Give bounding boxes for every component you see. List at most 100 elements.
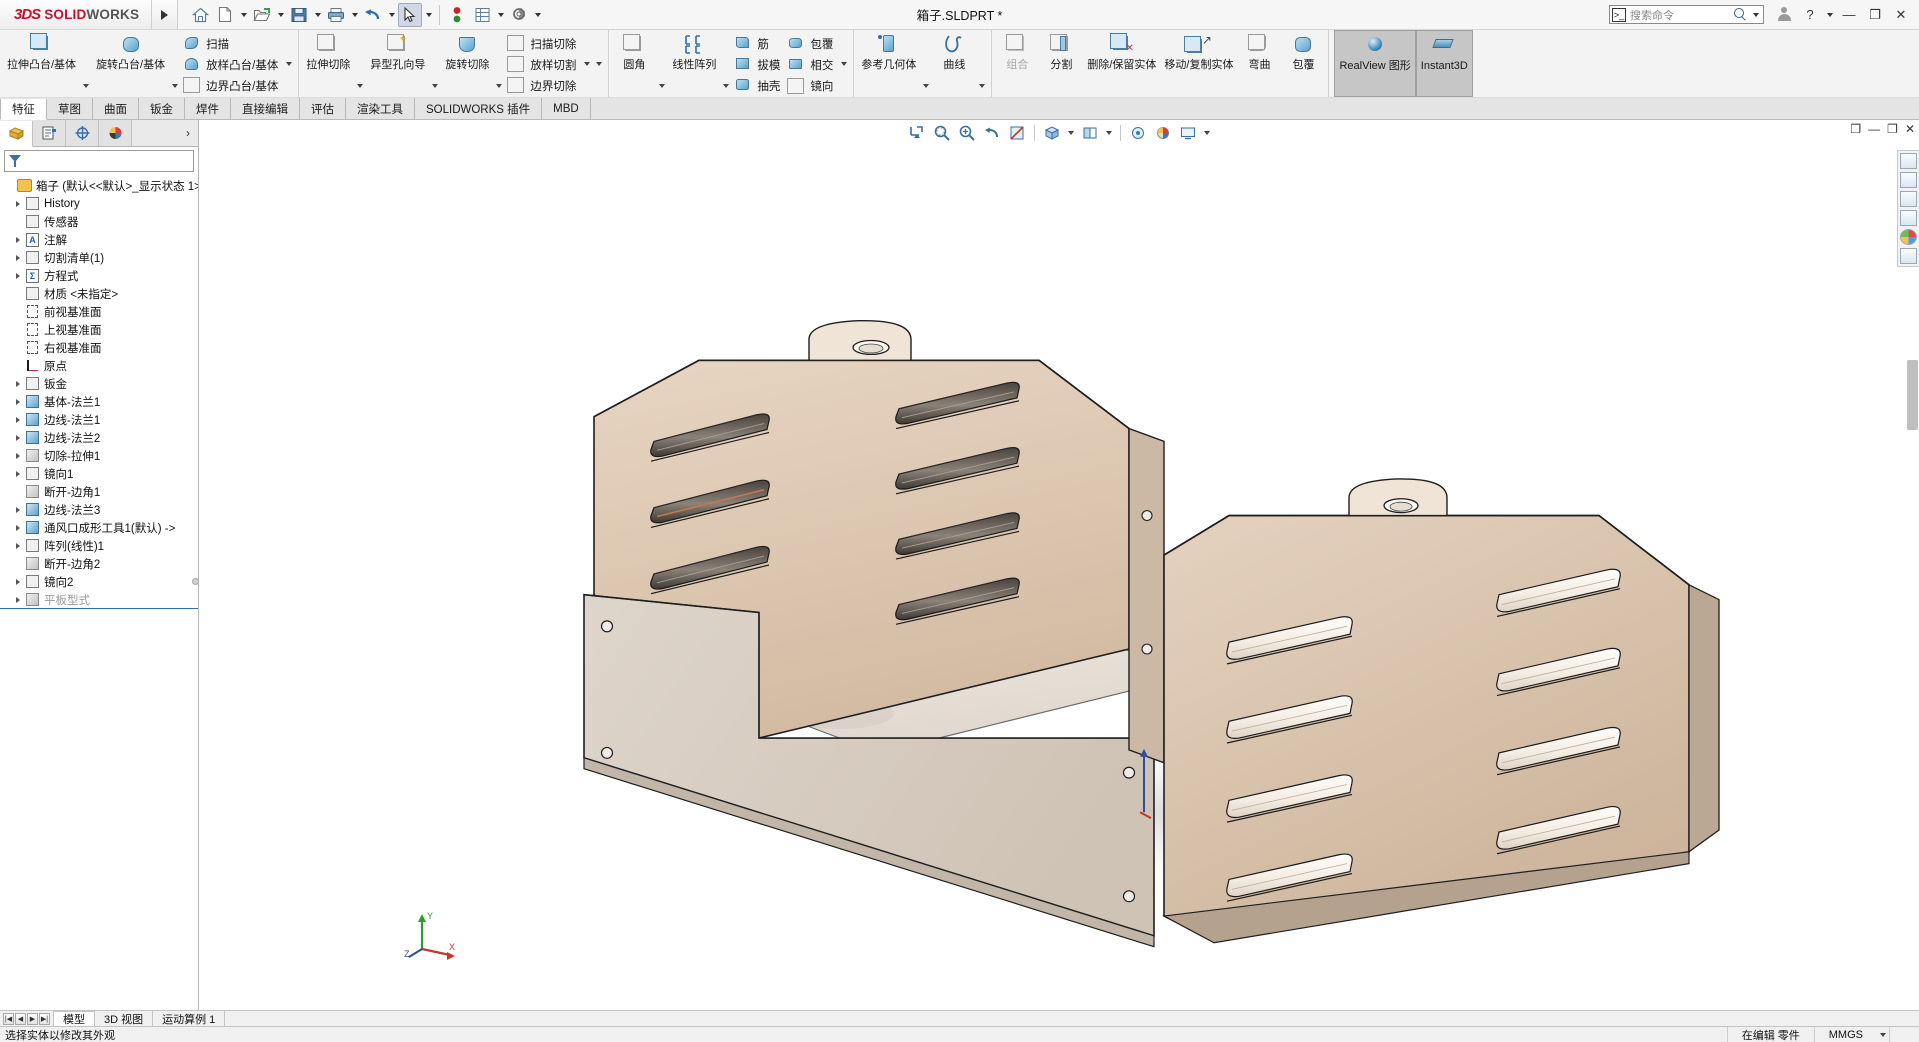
tree-node[interactable]: 基体-法兰1 bbox=[0, 393, 198, 411]
open-caret[interactable] bbox=[275, 3, 286, 27]
save-caret[interactable] bbox=[312, 3, 323, 27]
realview-graphics-button[interactable]: RealView 图形 bbox=[1334, 30, 1416, 97]
tab-2[interactable]: 曲面 bbox=[93, 98, 139, 119]
revolved-cut-button[interactable]: 旋转切除 bbox=[441, 30, 493, 97]
panel-splitter-handle[interactable] bbox=[192, 578, 199, 585]
graphics-area[interactable]: ❐ — ❐ ✕ Y X Z bbox=[199, 120, 1919, 1010]
wrap2-button[interactable]: 包覆 bbox=[1281, 30, 1325, 97]
rib-button[interactable]: 筋 bbox=[732, 33, 785, 54]
expand-arrow-icon[interactable] bbox=[12, 411, 24, 429]
tab-9[interactable]: MBD bbox=[542, 98, 591, 119]
settings-gear-icon[interactable] bbox=[507, 3, 531, 27]
tab-1[interactable]: 草图 bbox=[47, 98, 93, 119]
expand-arrow-icon[interactable] bbox=[12, 375, 24, 393]
wrap-button[interactable]: 包覆 bbox=[785, 33, 838, 54]
configuration-manager-tab[interactable] bbox=[66, 120, 99, 146]
expand-arrow-icon[interactable] bbox=[12, 591, 24, 609]
boundary-cut-button[interactable]: 边界切除 bbox=[505, 75, 581, 96]
instant3d-button[interactable]: Instant3D bbox=[1415, 30, 1473, 97]
expand-arrow-icon[interactable] bbox=[12, 465, 24, 483]
expand-arrow-icon[interactable] bbox=[12, 537, 24, 555]
tree-node[interactable]: A 注解 bbox=[0, 231, 198, 249]
bottom-tab-1[interactable]: 3D 视图 bbox=[94, 1011, 154, 1026]
tree-node[interactable]: 镜向1 bbox=[0, 465, 198, 483]
options-caret[interactable] bbox=[495, 3, 506, 27]
tree-node[interactable]: 阵列(线性)1 bbox=[0, 537, 198, 555]
revolved-cut-caret[interactable] bbox=[493, 79, 505, 93]
boundary-boss-button[interactable]: 边界凸台/基体 bbox=[181, 75, 283, 96]
bottom-tab-2[interactable]: 运动算例 1 bbox=[152, 1011, 226, 1026]
tab-8[interactable]: SOLIDWORKS 插件 bbox=[415, 98, 543, 119]
expand-arrow-icon[interactable] bbox=[12, 573, 24, 591]
search-commands-box[interactable]: >_ 搜索命令 bbox=[1609, 5, 1764, 24]
tree-node[interactable]: 边线-法兰2 bbox=[0, 429, 198, 447]
lofted-boss-button[interactable]: 放样凸台/基体 bbox=[181, 54, 283, 75]
reference-geometry-caret[interactable] bbox=[920, 79, 932, 93]
reference-geometry-button[interactable]: 参考几何体 bbox=[857, 30, 920, 97]
undo-caret[interactable] bbox=[386, 3, 397, 27]
split-button[interactable]: 分割 bbox=[1039, 30, 1083, 97]
curves-caret[interactable] bbox=[976, 79, 988, 93]
tab-4[interactable]: 焊件 bbox=[185, 98, 231, 119]
search-input[interactable]: 搜索命令 bbox=[1630, 7, 1734, 23]
shell-button[interactable]: 抽壳 bbox=[732, 75, 785, 96]
save-icon[interactable] bbox=[287, 3, 311, 27]
delete-keep-body-button[interactable]: ✕ 删除/保留实体 bbox=[1083, 30, 1160, 97]
flex-button[interactable]: 弯曲 bbox=[1237, 30, 1281, 97]
tree-node[interactable]: 断开-边角1 bbox=[0, 483, 198, 501]
expand-arrow-icon[interactable] bbox=[12, 249, 24, 267]
tab-3[interactable]: 钣金 bbox=[139, 98, 185, 119]
bottom-nav-arrow-0[interactable]: |◀ bbox=[3, 1012, 14, 1025]
hole-wizard-button[interactable]: ✦ 异型孔向导 bbox=[366, 30, 429, 97]
tree-node[interactable]: 上视基准面 bbox=[0, 321, 198, 339]
settings-caret[interactable] bbox=[532, 3, 543, 27]
bottom-nav-arrow-1[interactable]: ◀ bbox=[15, 1012, 26, 1025]
extruded-boss-button[interactable]: 拉伸凸台/基体 bbox=[3, 30, 80, 97]
tab-7[interactable]: 渲染工具 bbox=[346, 98, 415, 119]
units-caret-icon[interactable] bbox=[1877, 1033, 1889, 1037]
expand-arrow-icon[interactable] bbox=[12, 501, 24, 519]
tab-6[interactable]: 评估 bbox=[300, 98, 346, 119]
tree-node[interactable]: 切割清单(1) bbox=[0, 249, 198, 267]
cut-overflow-caret2[interactable] bbox=[593, 62, 605, 66]
tree-node[interactable]: 边线-法兰3 bbox=[0, 501, 198, 519]
tree-node[interactable]: 镜向2 bbox=[0, 573, 198, 591]
select-caret[interactable] bbox=[423, 3, 434, 27]
draft-button[interactable]: 拔模 bbox=[732, 54, 785, 75]
select-cursor-icon[interactable] bbox=[398, 2, 422, 27]
mirror-button[interactable]: 镜向 bbox=[785, 75, 838, 96]
expand-arrow-icon[interactable] bbox=[12, 447, 24, 465]
move-copy-body-button[interactable]: ↗ 移动/复制实体 bbox=[1160, 30, 1237, 97]
expand-arrow-icon[interactable] bbox=[12, 267, 24, 285]
search-caret[interactable] bbox=[1750, 3, 1761, 27]
tree-node[interactable]: 传感器 bbox=[0, 213, 198, 231]
search-icon[interactable] bbox=[1734, 7, 1748, 22]
lofted-cut-button[interactable]: 放样切割 bbox=[505, 54, 581, 75]
solidworks-logo[interactable]: 3DS SOLIDWORKS bbox=[0, 0, 152, 29]
restore-button[interactable]: ❐ bbox=[1863, 3, 1887, 27]
revolved-boss-caret[interactable] bbox=[169, 79, 181, 93]
tree-node[interactable]: 前视基准面 bbox=[0, 303, 198, 321]
undo-icon[interactable] bbox=[361, 3, 385, 27]
tree-node[interactable]: 平板型式 bbox=[0, 591, 198, 609]
property-manager-tab[interactable] bbox=[33, 120, 66, 146]
tree-node[interactable]: 原点 bbox=[0, 357, 198, 375]
avatar[interactable] bbox=[1772, 3, 1796, 27]
linear-pattern-caret[interactable] bbox=[720, 79, 732, 93]
close-button[interactable]: ✕ bbox=[1889, 3, 1913, 27]
extruded-cut-button[interactable]: 拉伸切除 bbox=[302, 30, 354, 97]
bottom-nav-arrow-3[interactable]: ▶| bbox=[39, 1012, 50, 1025]
expand-arrow-icon[interactable] bbox=[12, 429, 24, 447]
new-document-icon[interactable] bbox=[213, 3, 237, 27]
swept-cut-button[interactable]: 扫描切除 bbox=[505, 33, 581, 54]
tree-node[interactable]: 钣金 bbox=[0, 375, 198, 393]
feature-manager-tab[interactable] bbox=[0, 121, 33, 147]
tree-node[interactable]: 边线-法兰1 bbox=[0, 411, 198, 429]
extruded-boss-caret[interactable] bbox=[80, 79, 92, 93]
open-folder-icon[interactable] bbox=[250, 3, 274, 27]
tree-node[interactable]: 右视基准面 bbox=[0, 339, 198, 357]
fillet-caret[interactable] bbox=[656, 79, 668, 93]
print-icon[interactable] bbox=[324, 3, 348, 27]
minimize-button[interactable]: — bbox=[1837, 3, 1861, 27]
intersect-button[interactable]: 相交 bbox=[785, 54, 838, 75]
